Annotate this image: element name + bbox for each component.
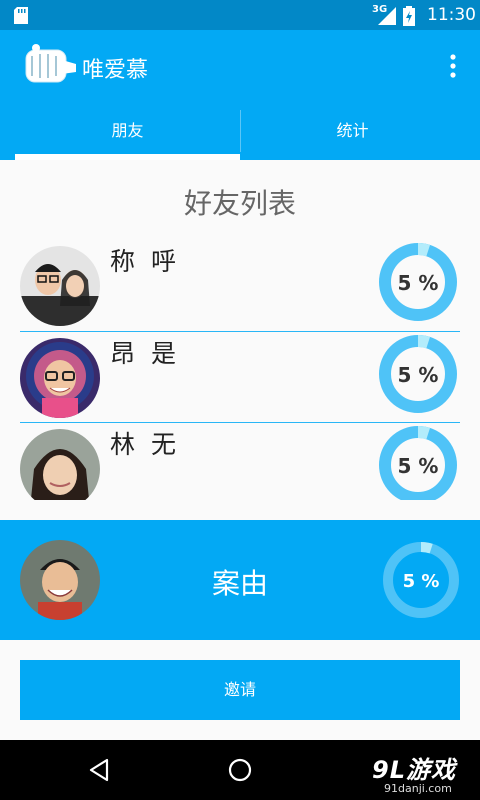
- friend-name: 昂 是: [110, 339, 180, 368]
- current-user-card[interactable]: 案由 5 %: [0, 520, 480, 640]
- signal-icon: [378, 7, 396, 25]
- avatar: [20, 429, 100, 500]
- friend-row[interactable]: 昂 是 5 %: [0, 330, 480, 420]
- home-icon[interactable]: [228, 758, 252, 782]
- percent-label: 5 %: [398, 271, 439, 295]
- invite-button[interactable]: 邀请: [20, 660, 460, 720]
- friend-name: 称 呼: [110, 247, 180, 276]
- sd-card-icon: [14, 7, 28, 24]
- friend-row[interactable]: 林 无 5 %: [0, 421, 480, 500]
- status-bar: 3G 11:30: [0, 0, 480, 30]
- overflow-menu-icon[interactable]: [446, 54, 460, 78]
- watermark: 9L游戏 91danji.com: [372, 750, 456, 795]
- friend-row[interactable]: 称 呼 5 %: [0, 238, 480, 328]
- app-title: 唯爱慕: [82, 58, 149, 83]
- percent-ring: 5 %: [378, 334, 458, 414]
- fist-logo-icon: [25, 44, 76, 83]
- tab-bar: 朋友 统计: [0, 108, 480, 160]
- status-time: 11:30: [427, 5, 476, 25]
- watermark-url: 91danji.com: [384, 782, 452, 795]
- tab-friends[interactable]: 朋友: [15, 108, 240, 160]
- percent-ring: 5 %: [381, 540, 461, 620]
- back-icon[interactable]: [88, 758, 110, 782]
- percent-label: 5 %: [398, 363, 439, 387]
- friend-name: 林 无: [110, 430, 180, 459]
- battery-charging-icon: [403, 6, 415, 26]
- percent-ring: 5 %: [378, 242, 458, 322]
- tab-indicator: [15, 154, 240, 160]
- list-title: 好友列表: [183, 187, 296, 220]
- tab-statistics[interactable]: 统计: [240, 108, 465, 160]
- avatar: [20, 246, 100, 326]
- percent-label: 5 %: [398, 454, 439, 478]
- avatar: [20, 338, 100, 418]
- percent-label: 5 %: [403, 571, 440, 592]
- navigation-bar: 9L游戏 91danji.com: [0, 740, 480, 800]
- percent-ring: 5 %: [378, 425, 458, 500]
- watermark-logo: 9L游戏: [372, 756, 456, 784]
- app-bar: 唯爱慕 朋友 统计: [0, 30, 480, 160]
